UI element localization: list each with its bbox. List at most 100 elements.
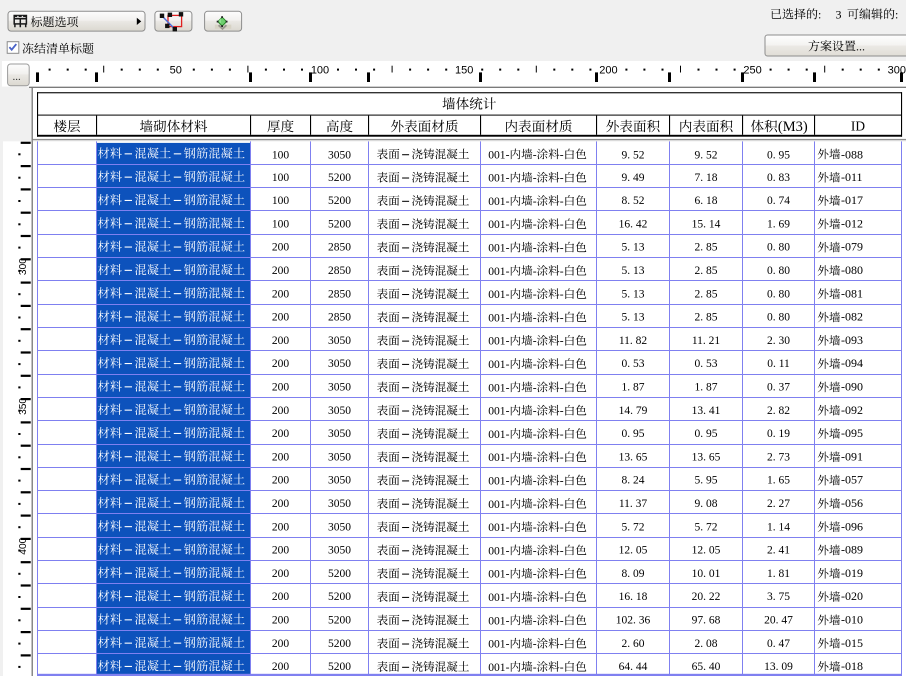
svg-text:3: 3 xyxy=(836,7,842,21)
svg-text:10. 01: 10. 01 xyxy=(692,568,721,580)
svg-text:13. 09: 13. 09 xyxy=(764,661,793,673)
svg-text:-017: -017 xyxy=(841,193,863,207)
svg-text:ID: ID xyxy=(851,119,865,134)
svg-text:-082: -082 xyxy=(841,310,863,324)
svg-text:-091: -091 xyxy=(841,449,863,463)
svg-text:2. 85: 2. 85 xyxy=(695,242,718,254)
svg-text:5200: 5200 xyxy=(328,218,351,230)
svg-text:3050: 3050 xyxy=(328,150,351,162)
svg-text:200: 200 xyxy=(272,405,290,417)
svg-text:2. 08: 2. 08 xyxy=(695,638,718,650)
svg-text:1. 81: 1. 81 xyxy=(767,568,790,580)
svg-text:3050: 3050 xyxy=(328,382,351,394)
svg-text:100: 100 xyxy=(272,172,290,184)
svg-text:200: 200 xyxy=(272,451,290,463)
svg-text:5200: 5200 xyxy=(328,172,351,184)
svg-text:0. 80: 0. 80 xyxy=(767,288,790,300)
svg-text:2. 73: 2. 73 xyxy=(767,451,790,463)
svg-text:20. 47: 20. 47 xyxy=(764,615,793,627)
svg-text:2850: 2850 xyxy=(328,288,351,300)
svg-text:-090: -090 xyxy=(841,380,863,394)
svg-text:200: 200 xyxy=(272,661,290,673)
svg-text:200: 200 xyxy=(272,428,290,440)
svg-text:0. 53: 0. 53 xyxy=(622,358,645,370)
svg-text:400: 400 xyxy=(18,537,29,554)
svg-text:-057: -057 xyxy=(841,473,863,487)
svg-text:200: 200 xyxy=(272,475,290,487)
svg-text:8. 09: 8. 09 xyxy=(622,568,645,580)
svg-text:-011: -011 xyxy=(841,170,863,184)
svg-text:200: 200 xyxy=(599,65,617,77)
svg-text:0. 83: 0. 83 xyxy=(767,172,790,184)
svg-text:13. 41: 13. 41 xyxy=(692,405,721,417)
svg-text:50: 50 xyxy=(170,65,182,77)
svg-text:100: 100 xyxy=(272,150,290,162)
svg-text:...: ... xyxy=(856,39,865,53)
svg-text:2850: 2850 xyxy=(328,242,351,254)
svg-text:3050: 3050 xyxy=(328,358,351,370)
svg-text:102. 36: 102. 36 xyxy=(616,615,651,627)
svg-text:11. 37: 11. 37 xyxy=(619,498,648,510)
svg-text:15. 14: 15. 14 xyxy=(692,218,721,230)
svg-text:0. 11: 0. 11 xyxy=(767,358,790,370)
svg-text:3050: 3050 xyxy=(328,475,351,487)
svg-text:200: 200 xyxy=(272,615,290,627)
svg-text:200: 200 xyxy=(272,335,290,347)
svg-text:0. 95: 0. 95 xyxy=(767,150,790,162)
svg-text:5200: 5200 xyxy=(328,615,351,627)
svg-text:11. 21: 11. 21 xyxy=(692,335,721,347)
svg-text:20. 22: 20. 22 xyxy=(692,591,721,603)
svg-text:97. 68: 97. 68 xyxy=(692,615,721,627)
svg-text:200: 200 xyxy=(272,591,290,603)
svg-text:2. 41: 2. 41 xyxy=(767,545,790,557)
svg-text:2. 85: 2. 85 xyxy=(695,265,718,277)
svg-text:-094: -094 xyxy=(841,356,863,370)
svg-text:-019: -019 xyxy=(841,566,863,580)
svg-text:5200: 5200 xyxy=(328,638,351,650)
svg-text:200: 200 xyxy=(272,358,290,370)
svg-text:3050: 3050 xyxy=(328,335,351,347)
svg-text:-018: -018 xyxy=(841,659,863,673)
svg-text:3050: 3050 xyxy=(328,405,351,417)
svg-text:-089: -089 xyxy=(841,543,863,557)
svg-text:0. 19: 0. 19 xyxy=(767,428,790,440)
svg-text:5200: 5200 xyxy=(328,195,351,207)
svg-text:5200: 5200 xyxy=(328,661,351,673)
svg-text:8. 52: 8. 52 xyxy=(622,195,645,207)
svg-text:2. 85: 2. 85 xyxy=(695,288,718,300)
svg-text:8. 24: 8. 24 xyxy=(622,475,645,487)
svg-text:12. 05: 12. 05 xyxy=(619,545,648,557)
svg-text:5. 72: 5. 72 xyxy=(695,521,718,533)
svg-text:3050: 3050 xyxy=(328,498,351,510)
svg-text:7. 18: 7. 18 xyxy=(695,172,718,184)
svg-text:200: 200 xyxy=(272,521,290,533)
svg-text:1. 87: 1. 87 xyxy=(695,382,718,394)
svg-text:200: 200 xyxy=(272,545,290,557)
svg-text:9. 08: 9. 08 xyxy=(695,498,718,510)
svg-text:300: 300 xyxy=(888,65,906,77)
svg-text:200: 200 xyxy=(272,498,290,510)
svg-text:200: 200 xyxy=(272,312,290,324)
svg-text:0. 80: 0. 80 xyxy=(767,265,790,277)
svg-text:5. 13: 5. 13 xyxy=(622,312,645,324)
svg-text:0. 37: 0. 37 xyxy=(767,382,790,394)
svg-text:9. 52: 9. 52 xyxy=(695,150,718,162)
svg-text:-088: -088 xyxy=(841,148,863,162)
svg-text:5. 13: 5. 13 xyxy=(622,288,645,300)
svg-text:-020: -020 xyxy=(841,589,863,603)
svg-text:64. 44: 64. 44 xyxy=(619,661,648,673)
svg-text:0. 47: 0. 47 xyxy=(767,638,790,650)
svg-text:-080: -080 xyxy=(841,263,863,277)
svg-text:350: 350 xyxy=(18,398,29,415)
svg-text:-081: -081 xyxy=(841,286,863,300)
svg-text:250: 250 xyxy=(743,65,761,77)
svg-text:200: 200 xyxy=(272,288,290,300)
svg-text:5. 95: 5. 95 xyxy=(695,475,718,487)
svg-text:3050: 3050 xyxy=(328,428,351,440)
svg-text:3050: 3050 xyxy=(328,545,351,557)
svg-text:-093: -093 xyxy=(841,333,863,347)
svg-text:16. 42: 16. 42 xyxy=(619,218,648,230)
svg-text:5. 13: 5. 13 xyxy=(622,265,645,277)
svg-text:-079: -079 xyxy=(841,240,863,254)
svg-text::: : xyxy=(895,7,898,21)
